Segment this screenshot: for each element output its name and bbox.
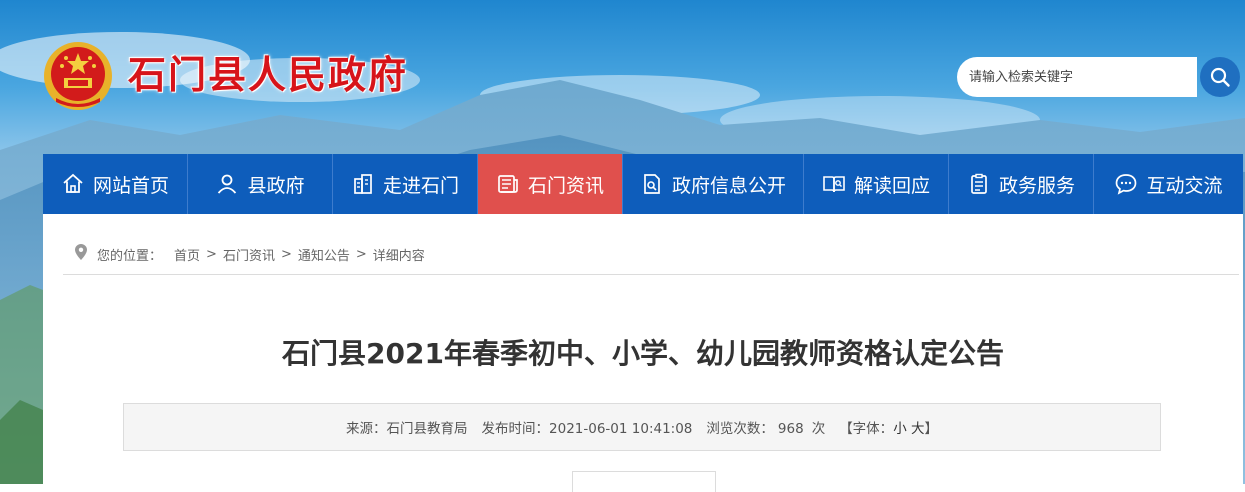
nav-item-county-government[interactable]: 县政府 — [188, 154, 333, 214]
font-small-button[interactable]: 小 — [893, 421, 907, 437]
font-large-button[interactable]: 大 — [911, 421, 925, 437]
meta-date-label: 发布时间： — [481, 421, 550, 437]
qr-code-box — [572, 471, 716, 492]
meta-source: 来源：石门县教育局 — [346, 417, 468, 437]
home-icon — [61, 172, 85, 196]
article-meta-bar: 来源：石门县教育局 发布时间：2021-06-01 10:41:08 浏览次数：… — [123, 403, 1161, 451]
nav-label: 政府信息公开 — [671, 174, 786, 197]
nav-label: 网站首页 — [92, 174, 169, 197]
nav-label: 走进石门 — [382, 174, 459, 197]
breadcrumb-item-notices[interactable]: 通知公告 — [298, 245, 350, 264]
nav-label: 县政府 — [247, 174, 305, 197]
breadcrumb-separator: > — [355, 246, 367, 262]
nav-label: 石门资讯 — [527, 174, 604, 197]
breadcrumb-item-news[interactable]: 石门资讯 — [223, 245, 275, 264]
building-icon — [351, 172, 375, 196]
meta-views-value: 968 — [777, 421, 804, 437]
news-icon — [496, 172, 520, 196]
meta-views-unit: 次 — [811, 421, 826, 437]
breadcrumb-separator: > — [206, 246, 217, 262]
document-search-icon — [640, 172, 664, 196]
font-label: 【字体： — [839, 421, 894, 437]
book-search-icon — [822, 172, 846, 196]
nav-item-gov-services[interactable]: 政务服务 — [949, 154, 1094, 214]
national-emblem-icon[interactable] — [42, 40, 114, 112]
article-title: 石门县2021年春季初中、小学、幼儿园教师资格认定公告 — [282, 337, 1004, 370]
meta-views-label: 浏览次数： — [706, 421, 774, 437]
breadcrumb-divider — [63, 274, 1239, 275]
nav-item-interpretation[interactable]: 解读回应 — [804, 154, 949, 214]
search-icon — [1210, 67, 1230, 87]
user-icon — [215, 172, 239, 196]
nav-item-home[interactable]: 网站首页 — [43, 154, 188, 214]
chat-icon — [1114, 172, 1138, 196]
breadcrumb-item-home[interactable]: 首页 — [174, 245, 200, 264]
site-title[interactable]: 石门县人民政府 — [128, 56, 408, 94]
meta-source-value: 石门县教育局 — [386, 421, 468, 437]
nav-label: 解读回应 — [853, 174, 930, 197]
nav-label: 政务服务 — [998, 174, 1075, 197]
nav-item-shimen-intro[interactable]: 走进石门 — [333, 154, 478, 214]
breadcrumb-prefix: 您的位置： — [97, 248, 163, 264]
search-box — [957, 57, 1242, 97]
font-close: 】 — [924, 421, 938, 437]
search-input[interactable] — [957, 57, 1197, 97]
nav-label: 互动交流 — [1146, 174, 1223, 197]
meta-source-label: 来源： — [346, 421, 387, 437]
nav-item-gov-info-disclosure[interactable]: 政府信息公开 — [623, 154, 804, 214]
font-size-control: 【字体：小 大】 — [839, 417, 938, 437]
breadcrumb-item-detail: 详细内容 — [372, 248, 425, 264]
meta-date: 发布时间：2021-06-01 10:41:08 — [482, 417, 693, 437]
nav-item-shimen-news[interactable]: 石门资讯 — [478, 154, 623, 214]
meta-views: 浏览次数： 968 次 — [706, 417, 825, 437]
content-panel: 您的位置： 首页 > 石门资讯 > 通知公告 > 详细内容 石门县2021年春季… — [43, 214, 1243, 492]
clipboard-icon — [967, 172, 991, 196]
main-nav: 网站首页 县政府 走进石门 石门资讯 政府信息公开 解读回应 政务服务 互动交流 — [43, 154, 1243, 214]
breadcrumb: 您的位置： 首页 > 石门资讯 > 通知公告 > 详细内容 — [75, 244, 425, 264]
nav-item-interaction[interactable]: 互动交流 — [1094, 154, 1243, 214]
breadcrumb-separator: > — [280, 246, 292, 262]
location-pin-icon — [75, 244, 87, 264]
meta-date-value: 2021-06-01 10:41:08 — [549, 421, 693, 437]
search-button[interactable] — [1200, 57, 1240, 97]
